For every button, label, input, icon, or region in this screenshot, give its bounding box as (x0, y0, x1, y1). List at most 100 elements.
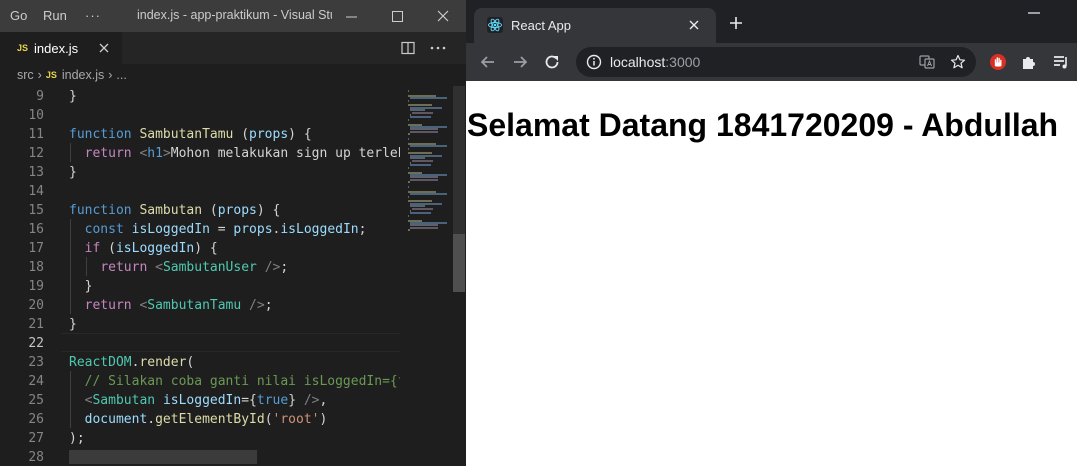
line-code: } (69, 279, 93, 294)
code-line[interactable]: 10 (0, 106, 400, 125)
horizontal-scrollbar[interactable] (69, 450, 257, 464)
line-number: 11 (28, 127, 44, 142)
close-icon[interactable] (687, 18, 701, 32)
js-file-icon: JS (17, 43, 29, 53)
page-heading: Selamat Datang 1841720209 - Abdullah (467, 107, 1059, 143)
line-number: 25 (28, 393, 44, 408)
line-code: ReactDOM.render( (69, 355, 195, 370)
translate-icon[interactable] (919, 54, 935, 70)
line-number: 14 (28, 184, 44, 199)
code-line[interactable]: 24 // Silakan coba ganti nilai isLoggedI… (0, 372, 405, 391)
url-text[interactable]: localhost:3000 (610, 54, 700, 70)
minimap-line (408, 214, 409, 217)
line-number: 18 (28, 260, 44, 275)
menu-run[interactable]: Run (43, 8, 67, 23)
code-line[interactable]: 27); (0, 429, 400, 448)
minimap-line (409, 212, 432, 215)
minimap-line (411, 159, 434, 162)
web-page: Selamat Datang 1841720209 - Abdullah (466, 81, 1077, 466)
minimap-line (411, 207, 434, 210)
tab-index-js[interactable]: JS index.js (0, 32, 122, 64)
menu-more-button[interactable]: ··· (85, 8, 101, 23)
code-line[interactable]: 12 return <h1>Mohon melakukan sign up te… (0, 144, 405, 163)
forward-arrow-icon[interactable] (511, 53, 529, 71)
info-icon[interactable] (586, 54, 602, 70)
minimap-line (409, 97, 447, 100)
minimize-button[interactable] (328, 0, 374, 32)
window-title: index.js - app-praktikum - Visual Studio… (137, 8, 332, 22)
breadcrumb-separator: › (108, 68, 113, 82)
js-file-icon: JS (45, 70, 57, 80)
line-number: 22 (28, 336, 44, 351)
vertical-scrollbar[interactable] (452, 86, 466, 466)
code-line[interactable]: 19 } (0, 277, 400, 296)
line-number: 28 (28, 450, 44, 465)
code-line[interactable]: 18 return <SambutanUser />; (0, 258, 400, 277)
maximize-icon (391, 10, 403, 22)
code-line[interactable]: 20 return <SambutanTamu />; (0, 296, 400, 315)
minimap-line (408, 229, 410, 232)
code-line[interactable]: 9} (0, 87, 400, 106)
line-code: return <SambutanUser />; (100, 260, 289, 275)
code-line[interactable]: 22 (0, 334, 400, 353)
menu-go[interactable]: Go (10, 8, 27, 23)
code-line[interactable]: 16 const isLoggedIn = props.isLoggedIn; (0, 220, 400, 239)
breadcrumb-file[interactable]: index.js (62, 68, 104, 82)
react-icon (488, 18, 502, 32)
line-code: <Sambutan isLoggedIn={true} />, (84, 393, 328, 408)
reload-icon[interactable] (543, 53, 561, 71)
line-number: 12 (28, 146, 44, 161)
code-line[interactable]: 26 document.getElementById('root') (0, 410, 400, 429)
code-editor[interactable]: 9} 10 11 function SambutanTamu (props) {12 … (0, 86, 466, 466)
minimap-line (409, 164, 432, 167)
close-window-button[interactable] (420, 0, 466, 32)
line-code: ); (69, 431, 85, 446)
line-code: function Sambutan (props) { (69, 203, 281, 218)
code-line[interactable]: 13} (0, 163, 400, 182)
code-line[interactable]: 21} (0, 315, 400, 334)
code-line[interactable]: 17 if (isLoggedIn) { (0, 239, 400, 258)
hand-extension-icon[interactable] (989, 53, 1007, 71)
line-code: } (69, 317, 77, 332)
minimap-line (409, 226, 438, 229)
line-number: 10 (28, 108, 44, 123)
media-list-icon[interactable] (1052, 53, 1070, 71)
code-line[interactable]: 23 ReactDOM.render( (0, 353, 400, 372)
minimap-line (408, 118, 409, 121)
line-number: 19 (28, 279, 44, 294)
editor-tabs: JS index.js (0, 32, 466, 64)
code-line[interactable]: 11 function SambutanTamu (props) { (0, 125, 400, 144)
line-number: 13 (28, 165, 44, 180)
scrollbar-thumb[interactable] (453, 234, 465, 292)
line-number: 26 (28, 412, 44, 427)
maximize-button[interactable] (374, 0, 420, 32)
line-code: } (69, 165, 77, 180)
minimize-icon[interactable] (1028, 12, 1040, 14)
address-bar[interactable]: localhost:3000 (576, 47, 976, 77)
plus-icon[interactable] (728, 15, 744, 31)
split-editor-icon (401, 41, 415, 55)
minimap-line (408, 186, 409, 188)
tab-title: React App (511, 18, 571, 33)
breadcrumb-symbol[interactable]: ... (116, 68, 126, 82)
puzzle-icon[interactable] (1020, 53, 1038, 71)
vscode-window: Go Run ··· index.js - app-praktikum - Vi… (0, 0, 466, 466)
split-editor-button[interactable] (400, 40, 416, 56)
minimap[interactable] (400, 86, 452, 466)
more-actions-button[interactable] (430, 40, 446, 56)
code-line[interactable]: 14 (0, 182, 400, 201)
browser-tab[interactable]: React App (474, 8, 716, 43)
minimap-line (408, 133, 410, 136)
tab-close-icon[interactable] (97, 41, 111, 55)
line-number: 16 (28, 222, 44, 237)
star-icon[interactable] (950, 54, 966, 70)
minimap-line (409, 193, 447, 196)
code-line[interactable]: 25 <Sambutan isLoggedIn={true} />, (0, 391, 400, 410)
line-number: 15 (28, 203, 44, 218)
back-arrow-icon[interactable] (479, 53, 497, 71)
code-line[interactable]: 15 function Sambutan (props) { (0, 201, 400, 220)
minimap-line (408, 195, 409, 198)
tab-favicon (487, 17, 503, 33)
minimap-line (409, 130, 438, 133)
breadcrumb-folder[interactable]: src (17, 68, 34, 82)
